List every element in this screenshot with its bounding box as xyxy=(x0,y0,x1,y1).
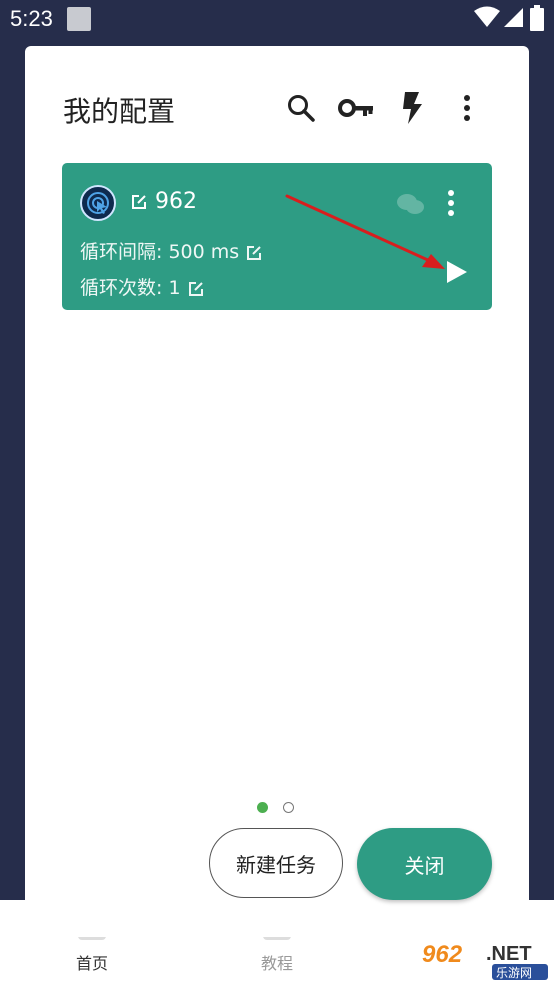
nav-tutorial[interactable]: 教程 xyxy=(261,950,293,974)
config-name-text: 962 xyxy=(155,189,197,214)
more-vert-icon[interactable] xyxy=(449,90,485,126)
new-task-button[interactable]: 新建任务 xyxy=(209,828,343,898)
page-dot[interactable] xyxy=(283,802,294,813)
page-dot-active[interactable] xyxy=(257,802,268,813)
nav-home[interactable]: 首页 xyxy=(76,950,108,974)
flash-icon[interactable] xyxy=(394,90,430,126)
config-card[interactable]: 962 循环间隔: 500 ms 循环次数: 1 xyxy=(62,163,492,310)
edit-icon[interactable] xyxy=(187,280,205,298)
app-avatar-icon xyxy=(80,185,116,221)
status-time: 5:23 xyxy=(10,6,53,31)
wifi-icon xyxy=(474,6,500,27)
dialog-title: 我的配置 xyxy=(63,95,176,128)
battery-icon xyxy=(530,5,544,31)
config-dialog: 我的配置 962 循环间隔: 500 ms 循环次数: 1 新建任务 关闭 xyxy=(25,46,529,937)
search-icon[interactable] xyxy=(283,90,319,126)
watermark-tld: .NET xyxy=(486,943,532,965)
play-icon[interactable] xyxy=(443,259,469,285)
key-icon[interactable] xyxy=(338,90,374,126)
notification-icon xyxy=(67,7,91,31)
config-name[interactable]: 962 xyxy=(130,189,197,214)
watermark-sub: 乐游网 xyxy=(496,966,532,980)
loop-count-text: 循环次数: 1 xyxy=(80,277,181,299)
edit-icon[interactable] xyxy=(245,244,263,262)
close-button[interactable]: 关闭 xyxy=(357,828,492,900)
watermark-logo: 962 .NET 乐游网 xyxy=(416,936,552,982)
cellular-icon xyxy=(504,8,523,27)
wechat-icon xyxy=(397,194,424,214)
loop-interval-text: 循环间隔: 500 ms xyxy=(80,241,240,263)
loop-count[interactable]: 循环次数: 1 xyxy=(80,273,205,300)
status-bar: 5:23 xyxy=(0,0,554,40)
watermark-brand: 962 xyxy=(422,941,463,968)
card-more-icon[interactable] xyxy=(446,189,456,217)
loop-interval[interactable]: 循环间隔: 500 ms xyxy=(80,237,263,264)
edit-icon[interactable] xyxy=(130,193,148,211)
